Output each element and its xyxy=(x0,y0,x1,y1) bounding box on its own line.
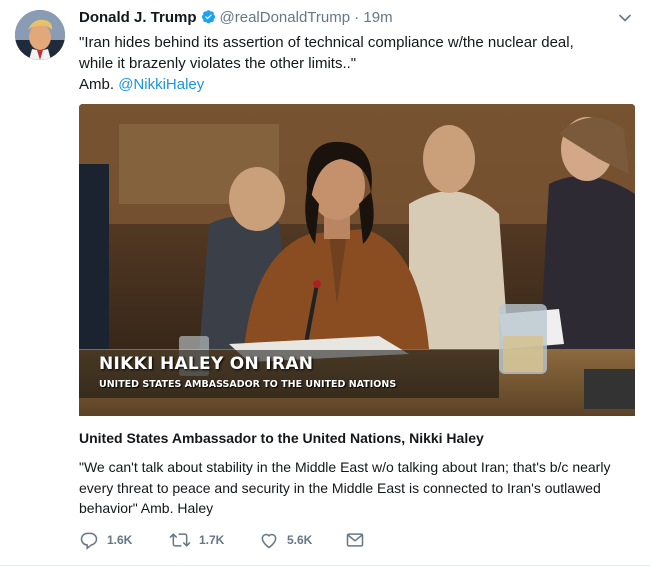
card-title[interactable]: United States Ambassador to the United N… xyxy=(79,430,635,446)
card-video-thumbnail[interactable]: NIKKI HALEY ON IRAN UNITED STATES AMBASS… xyxy=(79,104,635,416)
chevron-down-icon[interactable] xyxy=(618,11,632,25)
video-lower-third: NIKKI HALEY ON IRAN UNITED STATES AMBASS… xyxy=(99,354,396,390)
retweet-icon xyxy=(169,530,191,550)
author-name[interactable]: Donald J. Trump xyxy=(79,9,197,26)
reply-icon xyxy=(79,530,99,550)
direct-message-button[interactable] xyxy=(345,528,365,552)
author-avatar[interactable] xyxy=(15,10,65,60)
reply-button[interactable]: 1.6K xyxy=(79,528,132,552)
card-description: "We can't talk about stability in the Mi… xyxy=(79,459,611,516)
mention-link[interactable]: @NikkiHaley xyxy=(118,76,204,93)
attribution-prefix: Amb. xyxy=(79,76,119,93)
like-icon xyxy=(259,530,279,550)
like-count: 5.6K xyxy=(287,533,313,547)
tweet-actions: 1.6K 1.7K 5.6K xyxy=(79,528,399,552)
reply-count: 1.6K xyxy=(107,533,133,547)
timestamp[interactable]: 19m xyxy=(363,9,392,26)
like-button[interactable]: 5.6K xyxy=(259,528,312,552)
tweet-text-line-2: while it brazenly violates the other lim… xyxy=(79,55,357,72)
lower-third-role: UNITED STATES AMBASSADOR TO THE UNITED N… xyxy=(99,379,397,390)
tweet-attribution: Amb. @NikkiHaley xyxy=(79,74,619,95)
separator-dot: · xyxy=(354,9,360,26)
author-handle[interactable]: @realDonaldTrump xyxy=(220,9,351,26)
direct-message-icon xyxy=(345,530,365,550)
tweet[interactable]: Donald J. Trump @realDonaldTrump · 19m "I… xyxy=(0,0,650,566)
verified-badge-icon xyxy=(201,9,216,28)
tweet-header: Donald J. Trump @realDonaldTrump · 19m xyxy=(79,9,630,29)
lower-third-name: NIKKI HALEY ON IRAN xyxy=(99,354,314,374)
retweet-button[interactable]: 1.7K xyxy=(169,528,224,552)
tweet-text-line-1: "Iran hides behind its assertion of tech… xyxy=(79,34,574,51)
tweet-text: "Iran hides behind its assertion of tech… xyxy=(79,32,619,95)
link-card[interactable]: NIKKI HALEY ON IRAN UNITED STATES AMBASS… xyxy=(79,104,635,524)
retweet-count: 1.7K xyxy=(199,533,225,547)
avatar-image xyxy=(15,10,65,60)
